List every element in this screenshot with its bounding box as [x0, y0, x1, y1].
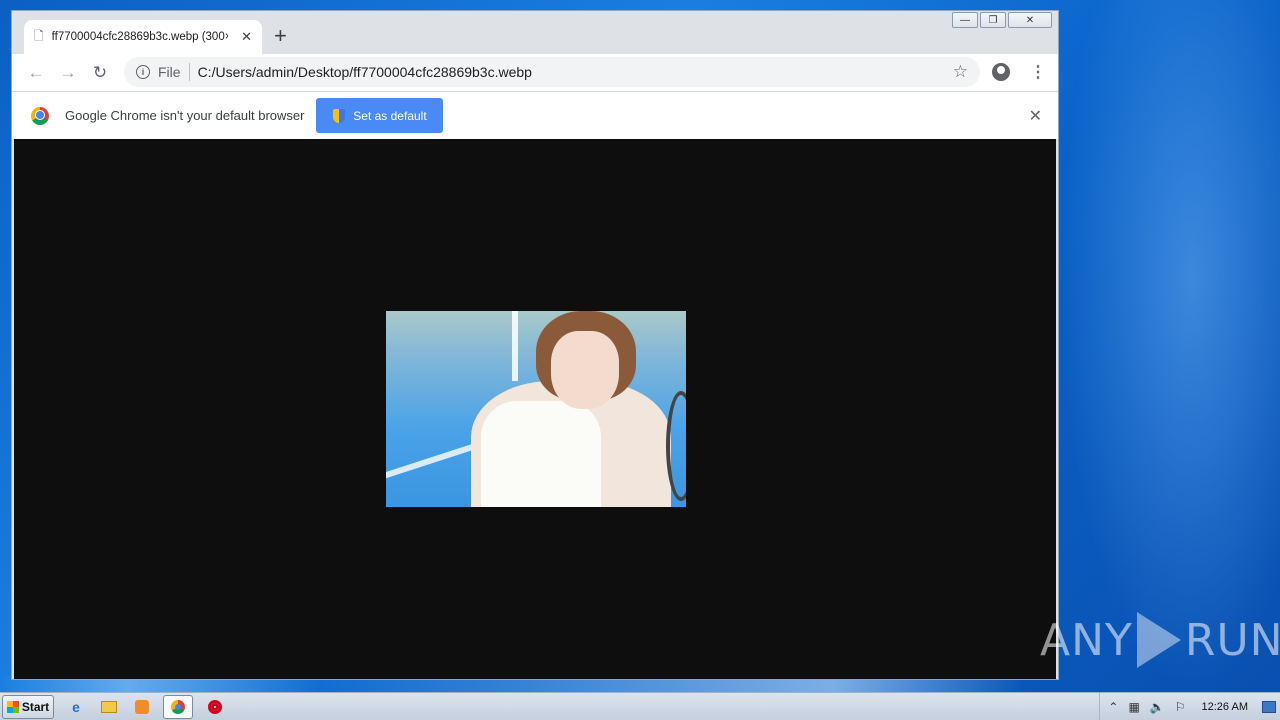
browser-tab[interactable]: 🗋 ff7700004cfc28869b3c.webp (300× ✕ — [24, 20, 262, 54]
tab-title: ff7700004cfc28869b3c.webp (300× — [51, 31, 228, 43]
back-icon[interactable]: ← — [20, 63, 52, 83]
page-icon: 🗋 — [34, 28, 44, 43]
watermark-right: RUN — [1184, 614, 1280, 666]
set-as-default-button[interactable]: Set as default — [316, 98, 444, 133]
reload-icon[interactable]: ↻ — [84, 63, 116, 83]
image-viewer — [14, 139, 1056, 679]
watermark-left: ANY — [1040, 614, 1133, 666]
address-bar[interactable]: i File C:/Users/admin/Desktop/ff7700004c… — [124, 57, 980, 87]
toolbar: ← → ↻ i File C:/Users/admin/Desktop/ff77… — [12, 54, 1058, 91]
play-icon — [1136, 612, 1181, 668]
infobar-message: Google Chrome isn't your default browser — [65, 108, 305, 123]
chrome-taskbar-icon[interactable] — [163, 694, 193, 719]
image-detail — [512, 311, 518, 381]
info-icon[interactable]: i — [136, 65, 150, 79]
uac-shield-icon — [333, 108, 346, 123]
clock[interactable]: 12:26 AM — [1202, 701, 1248, 713]
minimize-button[interactable]: — — [952, 12, 978, 28]
bookmark-star-icon[interactable]: ☆ — [953, 62, 968, 82]
close-window-button[interactable]: ✕ — [1008, 12, 1052, 28]
anyrun-watermark: ANY RUN — [1040, 610, 1280, 670]
window-controls: — ❐ ✕ — [952, 12, 1052, 28]
close-tab-icon[interactable]: ✕ — [241, 29, 252, 45]
start-button[interactable]: Start — [2, 694, 54, 719]
volume-icon[interactable]: 🔈 — [1150, 700, 1165, 714]
divider — [188, 63, 190, 81]
file-explorer-icon[interactable] — [98, 696, 120, 718]
flag-icon[interactable]: ⚐ — [1175, 700, 1186, 714]
network-icon[interactable]: ▦ — [1128, 700, 1139, 714]
webp-image[interactable] — [386, 311, 686, 507]
default-browser-infobar: Google Chrome isn't your default browser… — [12, 91, 1058, 139]
chrome-logo-icon — [31, 106, 49, 125]
url-text[interactable]: C:/Users/admin/Desktop/ff7700004cfc28869… — [198, 64, 532, 80]
set-as-default-label: Set as default — [353, 108, 427, 123]
new-tab-button[interactable]: + — [274, 25, 287, 47]
taskbar: Start e ⌃ ▦ 🔈 ⚐ 12:26 AM — [0, 692, 1280, 720]
start-label: Start — [21, 699, 50, 714]
show-desktop-icon[interactable] — [1262, 700, 1276, 713]
profile-avatar-icon[interactable] — [992, 63, 1010, 81]
opera-icon[interactable] — [204, 696, 226, 718]
windows-flag-icon — [6, 700, 19, 713]
browser-window: — ❐ ✕ 🗋 ff7700004cfc28869b3c.webp (300× … — [11, 10, 1059, 680]
image-detail — [481, 401, 601, 507]
desktop-background — [1060, 0, 1280, 692]
image-detail — [551, 331, 619, 409]
forward-icon[interactable]: → — [52, 63, 84, 83]
menu-icon[interactable]: ⋮ — [1030, 62, 1046, 82]
url-scheme: File — [158, 64, 181, 80]
restore-button[interactable]: ❐ — [980, 12, 1006, 28]
chrome-icon — [171, 699, 185, 714]
internet-explorer-icon[interactable]: e — [65, 696, 87, 718]
infobar-close-icon[interactable]: ✕ — [1029, 106, 1042, 126]
up-arrow-icon[interactable]: ⌃ — [1108, 700, 1118, 714]
media-player-icon[interactable] — [131, 696, 153, 718]
system-tray: ⌃ ▦ 🔈 ⚐ 12:26 AM — [1099, 693, 1280, 720]
